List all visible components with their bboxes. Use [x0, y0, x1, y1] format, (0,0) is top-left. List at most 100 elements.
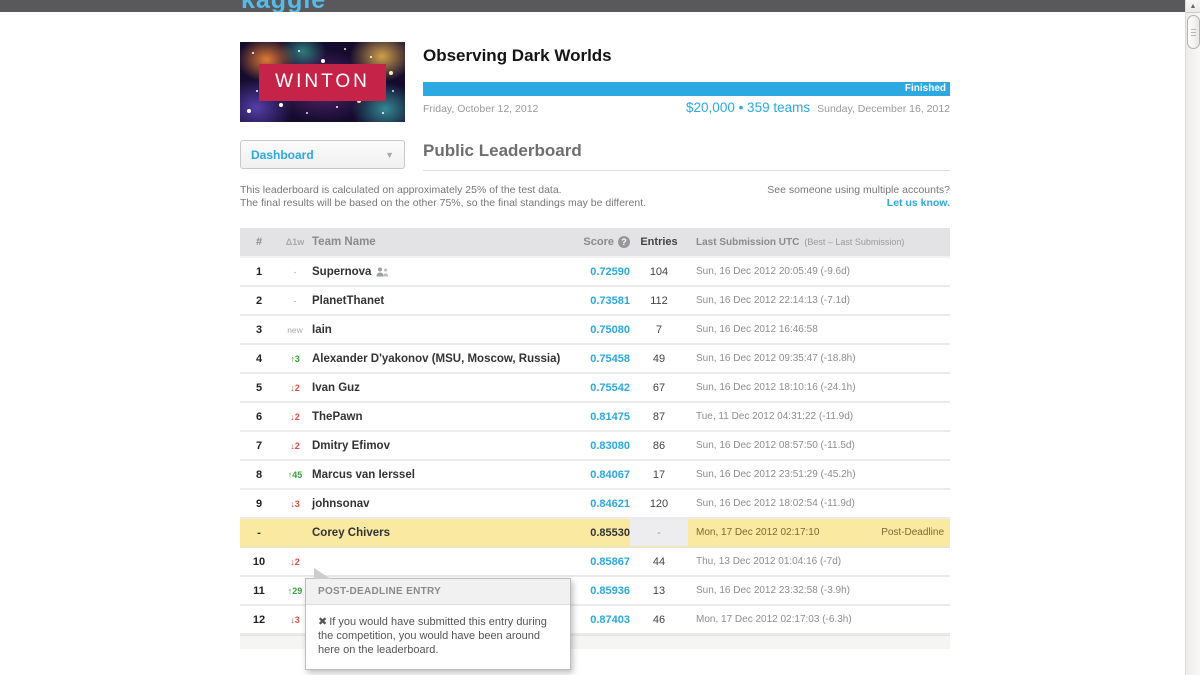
let-us-know-link[interactable]: Let us know.	[887, 197, 950, 209]
last-submission-text: Thu, 13 Dec 2012 01:04:16 (-7d)	[696, 556, 841, 567]
last-submission-text: Mon, 17 Dec 2012 02:17:03 (-6.3h)	[696, 614, 852, 625]
competition-title: Observing Dark Worlds	[423, 46, 950, 66]
competition-banner-image: WINTON	[240, 42, 405, 122]
rank-cell: 4	[240, 353, 278, 365]
last-submission-cell: Mon, 17 Dec 2012 02:17:10Post-Deadline	[688, 519, 950, 546]
leaderboard-row[interactable]: 2-PlanetThanet0.73581112Sun, 16 Dec 2012…	[240, 287, 950, 316]
leaderboard-row[interactable]: 1-Supernova0.72590104Sun, 16 Dec 2012 20…	[240, 258, 950, 287]
tooltip-arrow-icon	[314, 568, 331, 579]
last-submission-text: Sun, 16 Dec 2012 18:10:16 (-24.1h)	[696, 382, 856, 393]
score-cell: 0.85936	[562, 585, 630, 597]
main-content: WINTON Observing Dark Worlds Finished Fr…	[240, 42, 950, 649]
chevron-down-icon: ▼	[385, 150, 394, 160]
competition-dates-row: Friday, October 12, 2012 $20,000 • 359 t…	[423, 100, 950, 115]
end-date: Sunday, December 16, 2012	[817, 103, 950, 115]
leaderboard-row[interactable]: 3newIain0.750807Sun, 16 Dec 2012 16:46:5…	[240, 316, 950, 345]
team-name: ThePawn	[312, 411, 362, 423]
team-name: PlanetThanet	[312, 295, 384, 307]
controls-row: Dashboard ▼ Public Leaderboard	[240, 140, 950, 184]
leaderboard-row[interactable]: 6↓2ThePawn0.8147587Tue, 11 Dec 2012 04:3…	[240, 403, 950, 432]
help-icon[interactable]: ?	[618, 236, 630, 248]
score-cell: 0.75080	[562, 324, 630, 336]
last-submission-cell: Thu, 13 Dec 2012 01:04:16 (-7d)	[688, 548, 950, 575]
tooltip-title: POST-DEADLINE ENTRY	[306, 579, 570, 605]
team-name: Corey Chivers	[312, 527, 390, 539]
dashboard-dropdown[interactable]: Dashboard ▼	[240, 140, 405, 169]
team-members-icon	[376, 267, 389, 277]
rank-cell: 11	[240, 585, 278, 597]
last-submission-header-note: (Best – Last Submission)	[804, 237, 904, 247]
team-name: Marcus van Ierssel	[312, 469, 415, 481]
score-cell: 0.75542	[562, 382, 630, 394]
prize-teams-link[interactable]: $20,000 • 359 teams	[686, 100, 810, 115]
leaderboard-row[interactable]: -Corey Chivers0.85530-Mon, 17 Dec 2012 0…	[240, 519, 950, 548]
last-submission-cell: Sun, 16 Dec 2012 09:35:47 (-18.8h)	[688, 345, 950, 372]
entries-cell: 87	[630, 403, 688, 430]
leaderboard-row[interactable]: 4↑3Alexander D'yakonov (MSU, Moscow, Rus…	[240, 345, 950, 374]
entries-cell: 17	[630, 461, 688, 488]
leaderboard-row[interactable]: 10↓20.8586744Thu, 13 Dec 2012 01:04:16 (…	[240, 548, 950, 577]
score-column-header: Score ?	[562, 236, 630, 248]
score-cell: 0.85530	[562, 527, 630, 539]
scrollbar-up-arrow-icon[interactable]: ▲	[1186, 0, 1200, 13]
team-name: johnsonav	[312, 498, 370, 510]
team-name-cell: ThePawn	[312, 411, 562, 423]
delta-column-header: Δ1w	[278, 237, 312, 247]
delta-1w-cell: ↓3	[278, 499, 312, 509]
leaderboard-row[interactable]: 9↓3johnsonav0.84621120Sun, 16 Dec 2012 1…	[240, 490, 950, 519]
rank-cell: 12	[240, 614, 278, 626]
winton-logo: WINTON	[259, 64, 386, 101]
score-cell: 0.84067	[562, 469, 630, 481]
entries-cell: 112	[630, 287, 688, 314]
post-deadline-tooltip: POST-DEADLINE ENTRY ✖If you would have s…	[305, 578, 571, 670]
leaderboard-row[interactable]: 5↓2Ivan Guz0.7554267Sun, 16 Dec 2012 18:…	[240, 374, 950, 403]
delta-1w-cell: ↓2	[278, 557, 312, 567]
kaggle-logo[interactable]: kaggle	[241, 0, 326, 12]
team-name-cell: Supernova	[312, 266, 562, 278]
last-submission-text: Sun, 16 Dec 2012 23:32:58 (-3.9h)	[696, 585, 850, 596]
team-name-cell: Dmitry Efimov	[312, 440, 562, 452]
rank-column-header: #	[240, 236, 278, 248]
entries-cell: 67	[630, 374, 688, 401]
entries-cell: 49	[630, 345, 688, 372]
entries-cell: 46	[630, 606, 688, 633]
delta-1w-cell: -	[278, 267, 312, 277]
last-submission-cell: Mon, 17 Dec 2012 02:17:03 (-6.3h)	[688, 606, 950, 633]
last-submission-text: Sun, 16 Dec 2012 18:02:54 (-11.9d)	[696, 498, 855, 509]
tooltip-body: ✖If you would have submitted this entry …	[306, 605, 570, 669]
score-cell: 0.85867	[562, 556, 630, 568]
delta-1w-cell: ↓2	[278, 441, 312, 451]
delta-1w-cell: ↑45	[278, 470, 312, 480]
score-cell: 0.84621	[562, 498, 630, 510]
rank-cell: 9	[240, 498, 278, 510]
last-submission-cell: Sun, 16 Dec 2012 16:46:58	[688, 316, 950, 343]
x-icon: ✖	[318, 616, 327, 628]
top-navbar: kaggle	[0, 0, 1200, 12]
team-name-cell: Corey Chivers	[312, 527, 562, 539]
delta-1w-cell: ↓2	[278, 383, 312, 393]
last-submission-text: Mon, 17 Dec 2012 02:17:10	[696, 527, 819, 538]
score-header-label: Score	[583, 236, 614, 248]
delta-1w-cell: ↓2	[278, 412, 312, 422]
score-cell: 0.83080	[562, 440, 630, 452]
last-submission-cell: Sun, 16 Dec 2012 23:32:58 (-3.9h)	[688, 577, 950, 604]
team-name-cell: Ivan Guz	[312, 382, 562, 394]
rank-cell: 3	[240, 324, 278, 336]
last-submission-header-label: Last Submission UTC	[696, 237, 799, 248]
last-submission-column-header: Last Submission UTC (Best – Last Submiss…	[688, 228, 950, 256]
dashboard-dropdown-label: Dashboard	[251, 148, 314, 162]
team-name-cell: Alexander D'yakonov (MSU, Moscow, Russia…	[312, 353, 562, 365]
leaderboard-row[interactable]: 8↑45Marcus van Ierssel0.8406717Sun, 16 D…	[240, 461, 950, 490]
scrollbar-thumb[interactable]	[1187, 15, 1200, 49]
note-line-1: This leaderboard is calculated on approx…	[240, 184, 646, 197]
team-name: Alexander D'yakonov (MSU, Moscow, Russia…	[312, 353, 560, 365]
star-dots	[240, 42, 242, 44]
leaderboard-row[interactable]: 7↓2Dmitry Efimov0.8308086Sun, 16 Dec 201…	[240, 432, 950, 461]
competition-progress-bar: Finished	[423, 82, 950, 96]
last-submission-text: Sun, 16 Dec 2012 23:51:29 (-45.2h)	[696, 469, 856, 480]
team-name-cell: Marcus van Ierssel	[312, 469, 562, 481]
rank-cell: 2	[240, 295, 278, 307]
scrollbar[interactable]: ▲	[1185, 0, 1200, 675]
score-cell: 0.87403	[562, 614, 630, 626]
delta-1w-cell: new	[278, 325, 312, 335]
